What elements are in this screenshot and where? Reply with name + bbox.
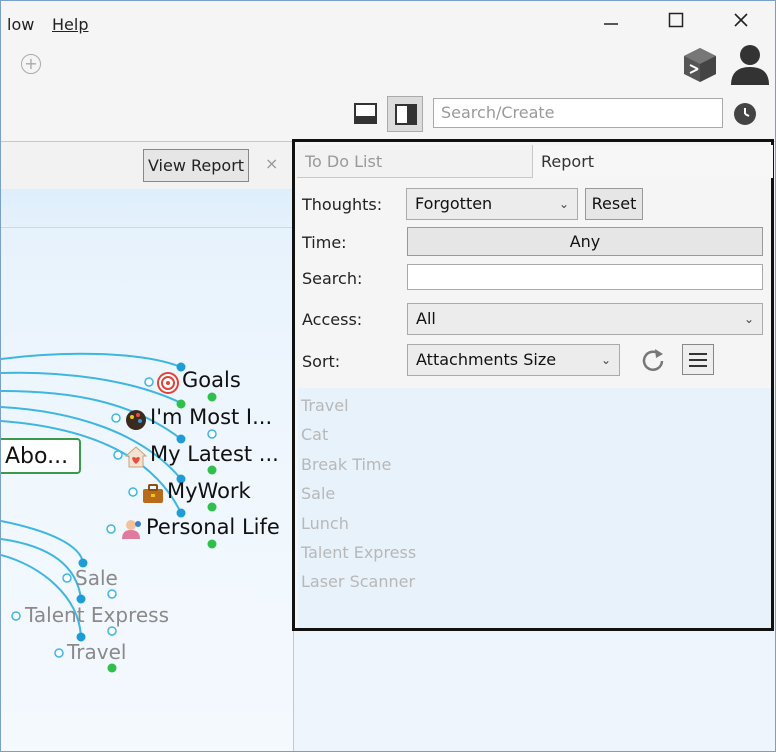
access-value: All [416, 309, 436, 328]
person-icon [122, 520, 141, 539]
report-search-input[interactable] [407, 264, 763, 290]
node-talent-express[interactable]: Talent Express [25, 603, 169, 627]
result-item[interactable]: Cat [301, 425, 328, 444]
menu-bar: low Help [1, 1, 775, 49]
result-item[interactable]: Lunch [301, 514, 349, 533]
clock-hands [744, 108, 750, 117]
node-personal-life[interactable]: Personal Life [146, 515, 280, 539]
result-item[interactable]: Break Time [301, 455, 391, 474]
target-icon [157, 372, 179, 394]
brain-links [1, 352, 217, 673]
layout-right-button[interactable] [387, 96, 423, 132]
time-label: Time: [302, 233, 347, 252]
menu-window[interactable]: low [7, 15, 34, 34]
reset-button[interactable]: Reset [585, 188, 643, 220]
chevron-down-icon: ⌄ [743, 312, 754, 326]
search-input[interactable]: Search/Create [433, 98, 723, 128]
thoughts-label: Thoughts: [302, 195, 383, 214]
menu-button[interactable] [682, 344, 714, 375]
layout-bottom-icon[interactable] [351, 99, 381, 129]
minimize-button[interactable] [591, 9, 631, 37]
brain-divider [1, 227, 293, 228]
palette-icon [126, 410, 146, 430]
minimize-icon [604, 23, 618, 25]
access-select[interactable]: All ⌄ [407, 303, 763, 335]
result-item[interactable]: Laser Scanner [301, 572, 415, 591]
thoughts-value: Forgotten [415, 194, 493, 213]
access-label: Access: [302, 310, 363, 329]
sort-select[interactable]: Attachments Size ⌄ [407, 344, 620, 376]
report-area-background [294, 631, 775, 751]
chevron-down-icon: ⌄ [600, 353, 611, 367]
report-panel: To Do List Report Thoughts: Forgotten ⌄ … [292, 139, 774, 631]
tab-report[interactable]: Report [533, 145, 773, 178]
close-window-button[interactable] [721, 9, 761, 37]
hamburger-icon [689, 353, 707, 367]
app-window: low Help + Search/Create View Report × G… [0, 0, 776, 752]
thoughts-select[interactable]: Forgotten ⌄ [406, 188, 578, 220]
node-travel[interactable]: Travel [67, 640, 126, 664]
time-button[interactable]: Any [407, 227, 763, 256]
node-most-important[interactable]: I'm Most I... [150, 405, 272, 429]
close-icon [734, 13, 748, 27]
clock-icon[interactable] [734, 103, 756, 125]
result-item[interactable]: Talent Express [301, 543, 416, 562]
maximize-icon [668, 12, 684, 28]
menu-help[interactable]: Help [52, 15, 88, 34]
house-heart-icon [124, 446, 148, 468]
node-my-latest[interactable]: My Latest ... [150, 442, 279, 466]
close-tab-icon[interactable]: × [265, 154, 278, 173]
sort-label: Sort: [302, 352, 341, 371]
refresh-icon[interactable] [639, 346, 667, 374]
tab-to-do-list[interactable]: To Do List [297, 145, 533, 178]
toolbar: + [1, 45, 775, 91]
node-sale[interactable]: Sale [75, 566, 118, 590]
node-mywork[interactable]: MyWork [167, 479, 251, 503]
node-goals[interactable]: Goals [182, 368, 241, 392]
layout-right-icon [395, 104, 417, 125]
briefcase-icon [143, 484, 163, 503]
result-item[interactable]: Sale [301, 484, 335, 503]
menu-help-label: Help [52, 15, 89, 34]
add-icon[interactable]: + [21, 54, 41, 74]
user-avatar-icon[interactable] [728, 41, 772, 87]
search-toolbar: Search/Create [1, 91, 775, 142]
search-label: Search: [302, 269, 363, 288]
chevron-down-icon: ⌄ [558, 197, 569, 211]
maximize-button[interactable] [656, 9, 696, 37]
result-item[interactable]: Travel [301, 396, 349, 415]
report-results-list: Travel Cat Break Time Sale Lunch Talent … [298, 388, 771, 628]
view-report-button[interactable]: View Report [143, 149, 249, 182]
cube-icon[interactable] [680, 45, 720, 85]
sort-value: Attachments Size [416, 350, 557, 369]
central-thought[interactable]: Abo... [1, 438, 81, 474]
